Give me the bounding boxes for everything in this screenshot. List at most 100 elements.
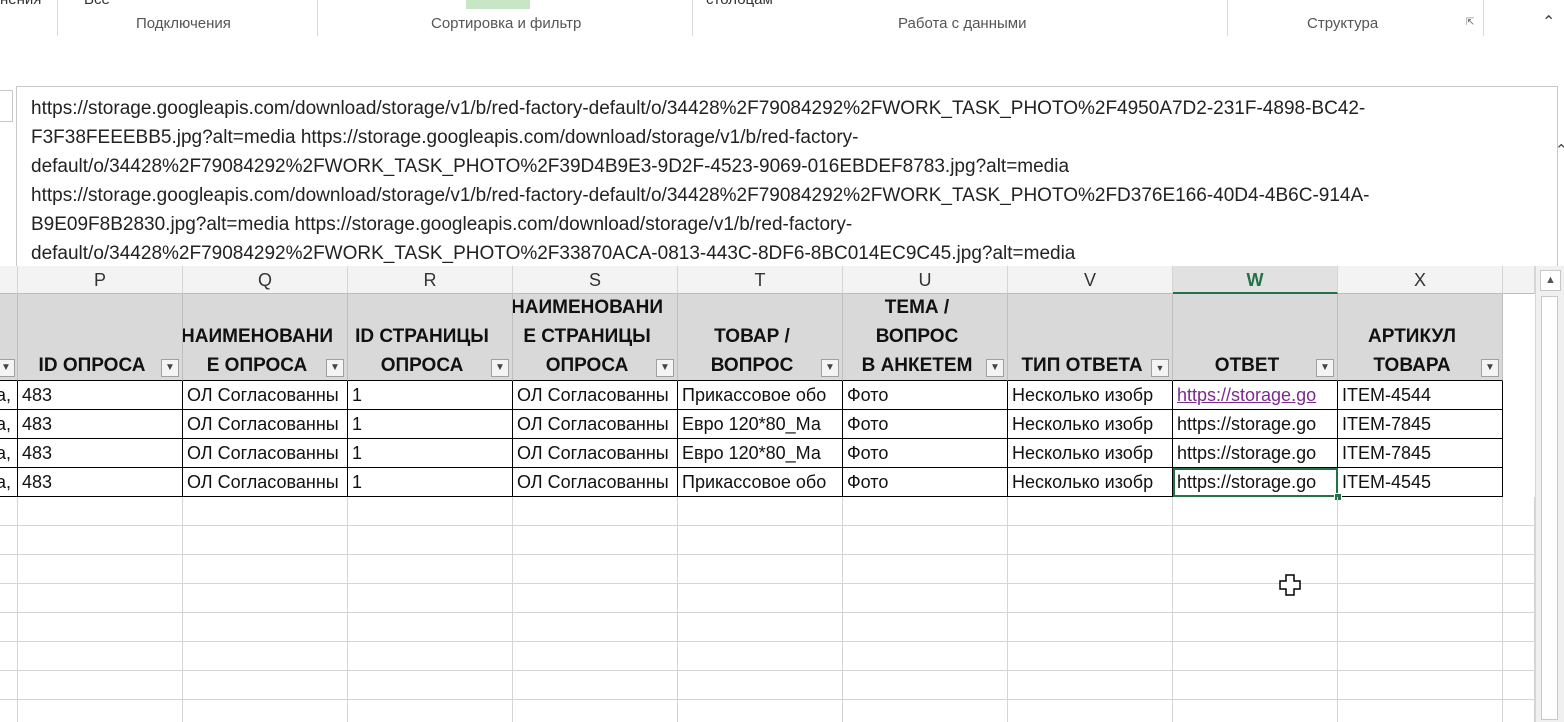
vertical-scrollbar[interactable]: ▲ [1535,266,1564,722]
empty-cell[interactable] [1338,613,1503,642]
empty-cell[interactable] [183,584,348,613]
empty-cell[interactable] [0,584,18,613]
filter-dropdown-icon[interactable]: ▼ [0,359,15,377]
column-header-partial[interactable] [0,266,18,294]
filter-dropdown-icon[interactable]: ▼ [821,359,839,377]
empty-cell[interactable] [18,584,183,613]
table-header-cell[interactable]: АРТИКУЛ ТОВАРА ▼ [1338,294,1503,381]
table-header-cell-partial[interactable]: ▼ [0,294,18,381]
empty-cell[interactable] [183,526,348,555]
table-cell[interactable]: 483 [18,381,183,410]
empty-cell[interactable] [843,584,1008,613]
empty-cell[interactable] [348,526,513,555]
empty-cell[interactable] [18,497,183,526]
empty-cell[interactable] [0,642,18,671]
table-cell[interactable]: Фото [843,410,1008,439]
table-header-cell[interactable]: НАИМЕНОВАНИ Е ОПРОСА ▼ [183,294,348,381]
column-header-x[interactable]: X [1338,266,1503,294]
answer-link-cell[interactable]: https://storage.go [1173,381,1338,410]
empty-cell[interactable] [18,555,183,584]
table-cell[interactable]: 483 [18,439,183,468]
table-cell[interactable]: 1 [348,410,513,439]
empty-cell[interactable] [183,700,348,722]
empty-cell[interactable] [513,613,678,642]
table-header-cell[interactable]: ID СТРАНИЦЫ ОПРОСА ▼ [348,294,513,381]
table-cell[interactable]: Евро 120*80_Ма [678,410,843,439]
table-cell[interactable]: ОЛ Согласованны [183,410,348,439]
column-header-s[interactable]: S [513,266,678,294]
empty-cell[interactable] [183,497,348,526]
table-cell[interactable]: ОЛ Согласованны [513,410,678,439]
empty-cell[interactable] [513,526,678,555]
empty-cell[interactable] [843,497,1008,526]
empty-cell[interactable] [1503,642,1535,671]
empty-cell[interactable] [1338,584,1503,613]
empty-cell[interactable] [678,613,843,642]
empty-cell[interactable] [1173,642,1338,671]
table-header-cell[interactable]: ТИП ОТВЕТА ▼ [1008,294,1173,381]
empty-cell[interactable] [1173,671,1338,700]
table-cell-partial[interactable]: а, [0,410,18,439]
empty-cell[interactable] [513,497,678,526]
table-cell[interactable]: ITEM-7845 [1338,439,1503,468]
empty-cell[interactable] [843,642,1008,671]
empty-cell[interactable] [1338,700,1503,722]
empty-cell[interactable] [1008,555,1173,584]
empty-cell[interactable] [1503,555,1535,584]
table-cell-partial[interactable]: а, [0,468,18,497]
empty-cell[interactable] [1338,642,1503,671]
empty-cell[interactable] [1338,671,1503,700]
empty-cell[interactable] [843,613,1008,642]
scrollbar-thumb[interactable] [1541,296,1558,720]
formula-input[interactable]: https://storage.googleapis.com/download/… [16,86,1564,294]
table-header-cell[interactable]: ТОВАР / ВОПРОС ▼ [678,294,843,381]
empty-cell[interactable] [678,584,843,613]
empty-cell[interactable] [1338,555,1503,584]
answer-link-cell[interactable]: https://storage.go [1173,439,1338,468]
empty-cell[interactable] [348,497,513,526]
table-cell[interactable]: 1 [348,381,513,410]
name-box[interactable] [0,90,13,122]
filter-active-icon[interactable]: ▼ [1151,359,1169,377]
empty-cell[interactable] [1503,700,1535,722]
table-cell[interactable]: Несколько изобр [1008,439,1173,468]
table-cell[interactable]: 1 [348,468,513,497]
table-cell[interactable]: ОЛ Согласованны [513,439,678,468]
empty-cell[interactable] [0,671,18,700]
column-header-q[interactable]: Q [183,266,348,294]
empty-cell[interactable] [18,526,183,555]
table-header-cell[interactable]: НАИМЕНОВАНИ Е СТРАНИЦЫ ОПРОСА ▼ [513,294,678,381]
table-cell[interactable]: Фото [843,381,1008,410]
empty-cell[interactable] [348,671,513,700]
empty-cell[interactable] [678,526,843,555]
worksheet-grid[interactable]: P Q R S T U V W X ▼ ID ОПРОСА ▼ НАИМЕНОВАНИ Е ОПРОСА… [0,266,1535,722]
empty-cell[interactable] [1008,642,1173,671]
table-cell[interactable]: ОЛ Согласованны [183,468,348,497]
table-cell[interactable]: Евро 120*80_Ма [678,439,843,468]
column-header-u[interactable]: U [843,266,1008,294]
empty-cell[interactable] [18,700,183,722]
empty-cell[interactable] [0,613,18,642]
empty-cell[interactable] [678,700,843,722]
empty-cell[interactable] [513,671,678,700]
empty-cell[interactable] [18,613,183,642]
filter-dropdown-icon[interactable]: ▼ [326,359,344,377]
column-header-v[interactable]: V [1008,266,1173,294]
empty-cell[interactable] [1008,526,1173,555]
empty-cell[interactable] [1503,671,1535,700]
table-cell[interactable]: Фото [843,439,1008,468]
collapse-ribbon-icon[interactable]: ⌃ [1542,12,1555,32]
table-cell[interactable]: ОЛ Согласованны [513,381,678,410]
empty-cell[interactable] [1503,526,1535,555]
table-cell[interactable]: ОЛ Согласованны [183,381,348,410]
table-cell[interactable]: ITEM-4545 [1338,468,1503,497]
dialog-launcher-icon[interactable]: ⇱ [1466,17,1477,28]
table-header-cell[interactable]: ОТВЕТ ▼ [1173,294,1338,381]
empty-cell[interactable] [843,526,1008,555]
empty-cell[interactable] [348,613,513,642]
empty-cell[interactable] [348,555,513,584]
empty-cell[interactable] [1008,671,1173,700]
column-header-t[interactable]: T [678,266,843,294]
empty-cell[interactable] [1173,555,1338,584]
empty-cell[interactable] [513,642,678,671]
